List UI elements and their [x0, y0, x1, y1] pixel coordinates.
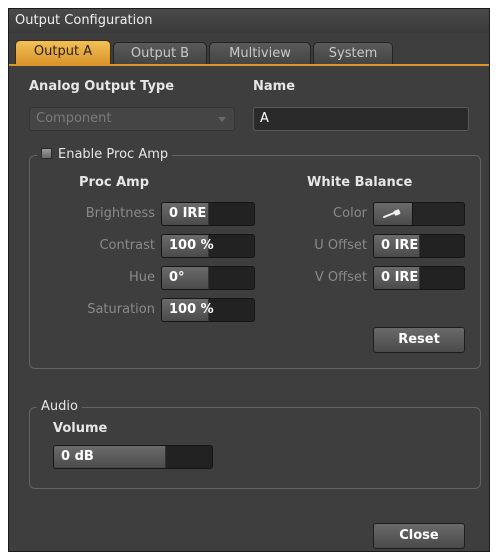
contrast-value: 100 %: [169, 238, 214, 253]
v-offset-slider[interactable]: 0 IRE: [373, 266, 465, 290]
tab-underline: [9, 64, 489, 66]
v-offset-value: 0 IRE: [381, 270, 419, 285]
eyedropper-icon: [383, 209, 401, 218]
saturation-label: Saturation: [87, 302, 155, 317]
hue-label: Hue: [128, 270, 155, 285]
analog-output-type-label: Analog Output Type: [29, 79, 175, 94]
analog-output-type-value: Component: [36, 111, 112, 126]
close-button[interactable]: Close: [373, 523, 465, 549]
tab-system[interactable]: System: [313, 42, 393, 64]
saturation-slider[interactable]: 100 %: [161, 298, 255, 322]
name-input[interactable]: A: [253, 107, 469, 131]
proc-amp-title: Proc Amp: [79, 175, 150, 190]
contrast-label: Contrast: [99, 238, 155, 253]
u-offset-label: U Offset: [314, 238, 367, 253]
tab-bar: Output A Output B Multiview System: [9, 39, 489, 65]
brightness-slider[interactable]: 0 IRE: [161, 202, 255, 226]
dialog-title: Output Configuration: [9, 9, 489, 33]
hue-slider[interactable]: 0°: [161, 266, 255, 290]
analog-output-type-select[interactable]: Component: [29, 107, 235, 131]
brightness-label: Brightness: [85, 206, 155, 221]
tab-multiview[interactable]: Multiview: [209, 42, 311, 64]
volume-value: 0 dB: [61, 449, 94, 464]
audio-group-label: Audio: [37, 399, 82, 415]
chevron-down-icon: [218, 117, 226, 122]
tab-output-a[interactable]: Output A: [15, 40, 111, 64]
contrast-slider[interactable]: 100 %: [161, 234, 255, 258]
v-offset-label: V Offset: [314, 270, 367, 285]
color-picker-eyedropper[interactable]: [374, 203, 413, 225]
volume-label: Volume: [53, 421, 108, 436]
color-picker-button[interactable]: [373, 202, 465, 226]
output-configuration-dialog: Output Configuration Output A Output B M…: [8, 8, 490, 552]
white-balance-title: White Balance: [307, 175, 413, 190]
hue-value: 0°: [169, 270, 185, 285]
reset-button[interactable]: Reset: [373, 327, 465, 353]
enable-proc-amp-label: Enable Proc Amp: [58, 147, 169, 162]
enable-proc-amp-checkbox[interactable]: [41, 148, 52, 159]
name-value: A: [260, 111, 269, 126]
tab-output-b[interactable]: Output B: [113, 42, 207, 64]
u-offset-value: 0 IRE: [381, 238, 419, 253]
color-label: Color: [333, 206, 367, 221]
brightness-value: 0 IRE: [169, 206, 207, 221]
name-label: Name: [253, 79, 296, 94]
saturation-value: 100 %: [169, 302, 214, 317]
volume-slider[interactable]: 0 dB: [53, 445, 213, 469]
enable-proc-amp[interactable]: Enable Proc Amp: [37, 147, 173, 163]
u-offset-slider[interactable]: 0 IRE: [373, 234, 465, 258]
